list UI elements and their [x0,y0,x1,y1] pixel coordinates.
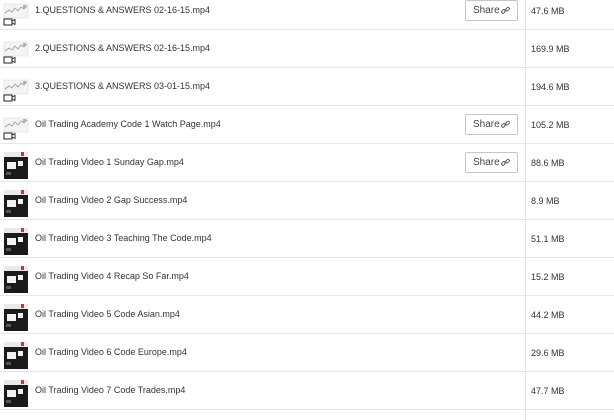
file-size: 8.9 MB [531,196,560,206]
share-button[interactable]: Share [465,152,518,173]
file-row[interactable]: Oil Trading Video 6 Code Europe.mp4 29.6 … [0,334,614,372]
file-size: 47.6 MB [531,6,565,16]
file-name[interactable]: 2.QUESTIONS & ANSWERS 02-16-15.mp4 [35,42,210,54]
file-size: 15.2 MB [531,272,565,282]
file-size: 29.6 MB [531,348,565,358]
video-thumbnail[interactable] [3,147,29,179]
file-size: 169.9 MB [531,44,570,54]
file-size: 47.7 MB [531,386,565,396]
file-name[interactable]: Oil Trading Video 2 Gap Success.mp4 [35,194,187,206]
file-row[interactable]: Oil Trading Video 4 Recap So Far.mp4 15.2… [0,258,614,296]
file-list: 1.QUESTIONS & ANSWERS 02-16-15.mp4 Share 4… [0,0,614,420]
file-row[interactable]: Oil Trading Video 7 Code Trades.mp4 47.7 … [0,372,614,410]
file-size: 194.6 MB [531,82,570,92]
file-row[interactable]: 2.QUESTIONS & ANSWERS 02-16-15.mp4 169.9 … [0,30,614,68]
video-thumbnail[interactable] [3,261,29,293]
video-thumbnail[interactable] [3,109,29,141]
file-row[interactable]: Oil Trading Academy Code 1 Watch Page.mp… [0,106,614,144]
file-size: 88.6 MB [531,158,565,168]
file-name[interactable]: Oil Trading Video 1 Sunday Gap.mp4 [35,156,184,168]
file-name[interactable]: Oil Trading Video 6 Code Europe.mp4 [35,346,187,358]
file-row[interactable]: Oil Trading Video 1 Sunday Gap.mp4 Share 8… [0,144,614,182]
file-name[interactable]: Oil Trading Academy Code 1 Watch Page.mp… [35,118,221,130]
video-thumbnail[interactable] [3,185,29,217]
link-icon [501,120,510,128]
video-thumbnail[interactable] [3,71,29,103]
file-name[interactable]: Oil Trading Video 3 Teaching The Code.mp… [35,232,212,244]
file-size: 51.1 MB [531,234,565,244]
share-button-label: Share [473,157,500,168]
file-name[interactable]: Oil Trading Video 4 Recap So Far.mp4 [35,270,189,282]
share-button[interactable]: Share [465,0,518,21]
file-name[interactable]: 3.QUESTIONS & ANSWERS 03-01-15.mp4 [35,80,210,92]
file-row[interactable]: Oil Trading Video 3 Teaching The Code.mp… [0,220,614,258]
video-thumbnail[interactable] [3,299,29,331]
file-row[interactable]: 3.QUESTIONS & ANSWERS 03-01-15.mp4 194.6 … [0,68,614,106]
file-size: 44.2 MB [531,310,565,320]
file-size: 105.2 MB [531,120,570,130]
file-name[interactable]: Oil Trading Video 5 Code Asian.mp4 [35,308,180,320]
video-thumbnail[interactable] [3,0,29,27]
share-button-label: Share [473,119,500,130]
file-name[interactable]: Oil Trading Video 7 Code Trades.mp4 [35,384,185,396]
video-thumbnail[interactable] [3,223,29,255]
link-icon [501,158,510,166]
link-icon [501,6,510,14]
video-thumbnail[interactable] [3,375,29,407]
share-button[interactable]: Share [465,114,518,135]
share-button-label: Share [473,5,500,16]
video-thumbnail[interactable] [3,33,29,65]
file-row[interactable]: Oil Trading Video 5 Code Asian.mp4 44.2 M… [0,296,614,334]
file-row[interactable]: Oil Trading Video 2 Gap Success.mp4 8.9 M… [0,182,614,220]
file-row[interactable]: 1.QUESTIONS & ANSWERS 02-16-15.mp4 Share 4… [0,0,614,30]
video-thumbnail[interactable] [3,337,29,369]
file-name[interactable]: 1.QUESTIONS & ANSWERS 02-16-15.mp4 [35,4,210,16]
